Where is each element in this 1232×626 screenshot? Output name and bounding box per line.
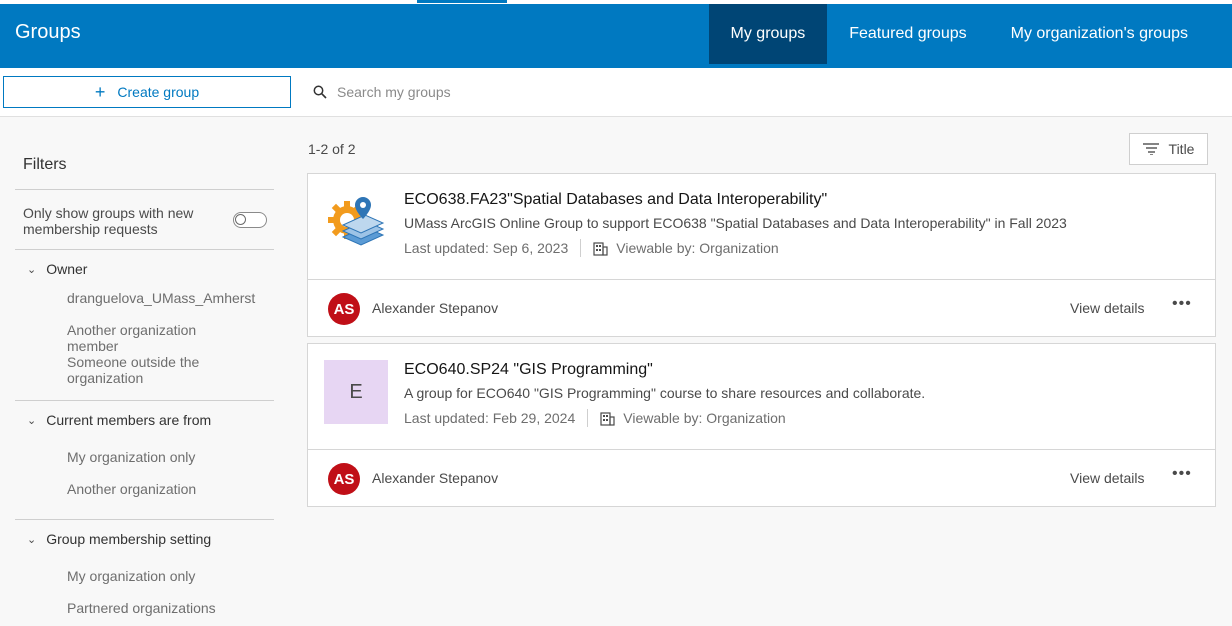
view-details-button[interactable]: View details xyxy=(1070,470,1144,486)
tab-my-groups[interactable]: My groups xyxy=(708,4,828,64)
chevron-down-icon: ⌄ xyxy=(27,533,37,546)
owner-name: Alexander Stepanov xyxy=(372,470,499,486)
more-options-icon[interactable]: ••• xyxy=(1172,295,1192,313)
filter-section-members-from[interactable]: ⌄ Current members are from xyxy=(27,412,211,428)
group-card-body: E ECO640.SP24 "GIS Programming" A group … xyxy=(308,344,1215,450)
owner-name: Alexander Stepanov xyxy=(372,300,499,316)
organization-icon xyxy=(600,411,615,426)
avatar: AS xyxy=(328,293,360,325)
viewable-label: Viewable by: Organization xyxy=(623,410,786,426)
search-icon xyxy=(313,85,327,99)
group-description: UMass ArcGIS Online Group to support ECO… xyxy=(404,215,1067,231)
filter-option-partnered[interactable]: Partnered organizations xyxy=(67,600,216,616)
view-details-button[interactable]: View details xyxy=(1070,300,1144,316)
group-tabs: My groups Featured groups My organizatio… xyxy=(708,4,1232,68)
membership-requests-label: Only show groups with new membership req… xyxy=(23,205,194,237)
group-meta: Last updated: Sep 6, 2023 Viewable by: O… xyxy=(404,239,779,257)
search-input[interactable] xyxy=(337,84,837,100)
group-thumbnail: E xyxy=(324,360,388,424)
filters-title: Filters xyxy=(23,156,67,173)
group-card: E ECO640.SP24 "GIS Programming" A group … xyxy=(307,343,1216,507)
viewable-label: Viewable by: Organization xyxy=(616,240,779,256)
filter-option-setting-my-org[interactable]: My organization only xyxy=(67,568,195,584)
filter-option-owner-self[interactable]: dranguelova_UMass_Amherst xyxy=(67,290,257,306)
tab-featured-groups[interactable]: Featured groups xyxy=(827,4,988,64)
divider xyxy=(15,400,274,401)
group-title[interactable]: ECO638.FA23"Spatial Databases and Data I… xyxy=(404,191,827,209)
filter-option-my-org[interactable]: My organization only xyxy=(67,449,195,465)
gear-map-layers-icon xyxy=(324,190,388,254)
chevron-down-icon: ⌄ xyxy=(27,263,37,276)
plus-icon: + xyxy=(94,82,106,102)
divider xyxy=(15,189,274,190)
group-card-body: ECO638.FA23"Spatial Databases and Data I… xyxy=(308,174,1215,280)
group-card-footer: AS Alexander Stepanov View details ••• xyxy=(308,281,1215,337)
filter-option-owner-outside[interactable]: Someone outside the organization xyxy=(67,354,217,386)
toolbar: + Create group xyxy=(0,68,1232,117)
last-updated: Last updated: Sep 6, 2023 xyxy=(404,240,569,256)
viewable-by: Viewable by: Organization xyxy=(593,240,779,256)
divider xyxy=(15,519,274,520)
sort-icon xyxy=(1142,143,1159,155)
filter-section-owner[interactable]: ⌄ Owner xyxy=(27,261,87,277)
create-group-label: Create group xyxy=(117,84,200,100)
divider xyxy=(15,249,274,250)
last-updated: Last updated: Feb 29, 2024 xyxy=(404,410,576,426)
section-label: Owner xyxy=(46,261,88,277)
filter-option-another-org[interactable]: Another organization xyxy=(67,481,196,497)
sort-label: Title xyxy=(1168,141,1195,157)
filters-sidebar: Filters Only show groups with new member… xyxy=(0,118,290,626)
chevron-down-icon: ⌄ xyxy=(27,414,37,427)
more-options-icon[interactable]: ••• xyxy=(1172,465,1192,483)
section-label: Current members are from xyxy=(46,412,212,428)
group-card-footer: AS Alexander Stepanov View details ••• xyxy=(308,451,1215,507)
membership-requests-toggle[interactable] xyxy=(233,212,267,228)
viewable-by: Viewable by: Organization xyxy=(600,410,786,426)
search-bar xyxy=(313,78,913,106)
group-title[interactable]: ECO640.SP24 "GIS Programming" xyxy=(404,361,653,379)
create-group-button[interactable]: + Create group xyxy=(3,76,291,108)
avatar: AS xyxy=(328,463,360,495)
sort-button[interactable]: Title xyxy=(1129,133,1208,165)
filter-option-owner-org-member[interactable]: Another organization member xyxy=(67,322,217,354)
filter-section-membership-setting[interactable]: ⌄ Group membership setting xyxy=(27,531,211,547)
page-title: Groups xyxy=(15,21,81,43)
active-indicator xyxy=(417,0,507,3)
group-card: ECO638.FA23"Spatial Databases and Data I… xyxy=(307,173,1216,337)
result-count: 1-2 of 2 xyxy=(308,141,356,157)
divider xyxy=(587,409,589,427)
tab-organization-groups[interactable]: My organization's groups xyxy=(989,4,1232,64)
group-meta: Last updated: Feb 29, 2024 Viewable by: … xyxy=(404,409,786,427)
divider xyxy=(580,239,582,257)
toggle-knob xyxy=(235,214,246,225)
section-label: Group membership setting xyxy=(46,531,212,547)
organization-icon xyxy=(593,241,608,256)
group-description: A group for ECO640 "GIS Programming" cou… xyxy=(404,385,926,401)
groups-header: Groups My groups Featured groups My orga… xyxy=(0,4,1232,68)
